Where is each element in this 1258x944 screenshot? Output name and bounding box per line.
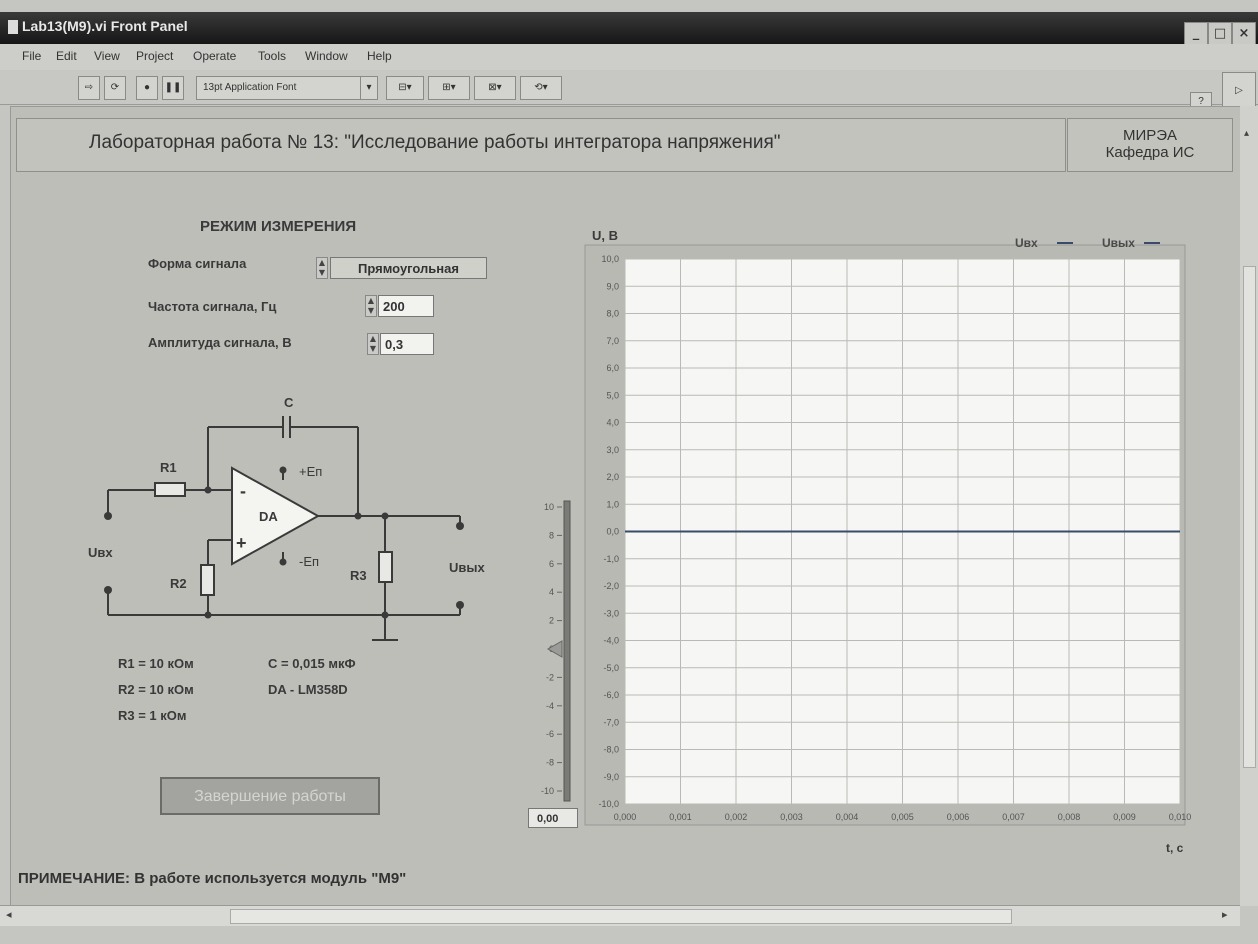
y-tick-label: -5,0	[603, 663, 619, 673]
supply-plus-label: +Eп	[299, 464, 322, 479]
waveform-chart: 10,0 9,0 8,0 7,0 6,0 5,0 4,0 3,0 2,0 1,0 0,0 -1,0 -2…	[584, 228, 1192, 855]
supply-minus-label: -Eп	[299, 554, 319, 569]
r1-value: R1 = 10 кОм	[118, 656, 194, 671]
vertical-scroll-thumb[interactable]	[1243, 266, 1256, 768]
y-tick-label: 4,0	[606, 418, 619, 428]
opamp-model: DA - LM358D	[268, 682, 348, 697]
r2-value: R2 = 10 кОм	[118, 682, 194, 697]
x-tick-label: 0,003	[780, 812, 803, 822]
y-tick-label: 0,0	[606, 527, 619, 537]
y-tick-label: -8,0	[603, 745, 619, 755]
x-tick-label: 0,006	[947, 812, 970, 822]
x-tick-label: 0,001	[669, 812, 692, 822]
x-tick-label: 0,000	[614, 812, 637, 822]
y-tick-label: -6,0	[603, 690, 619, 700]
y-tick-label: -9,0	[603, 772, 619, 782]
x-tick-label: 0,010	[1169, 812, 1192, 822]
r3-value: R3 = 1 кОм	[118, 708, 187, 723]
y-tick-label: -4,0	[603, 636, 619, 646]
x-tick-label: 0,005	[891, 812, 914, 822]
x-tick-label: 0,002	[725, 812, 748, 822]
y-axis-label: U, В	[592, 228, 618, 243]
r1-label: R1	[160, 460, 177, 475]
y-tick-label: -7,0	[603, 717, 619, 727]
r2-label: R2	[170, 576, 187, 591]
y-tick-label: 7,0	[606, 336, 619, 346]
x-axis-label: t, с	[1166, 841, 1184, 855]
x-tick-label: 0,004	[836, 812, 859, 822]
labview-window: Lab13(M9).vi Front Panel _ □ × File Edit…	[0, 0, 1258, 944]
y-tick-label: 6,0	[606, 363, 619, 373]
vertical-scrollbar[interactable]: ▴	[1240, 106, 1258, 906]
y-tick-label: -10,0	[598, 799, 619, 809]
opamp-label: DA	[259, 509, 278, 524]
opamp-minus: -	[240, 481, 246, 501]
x-tick-label: 0,009	[1113, 812, 1136, 822]
legend-label: Uвх	[1015, 236, 1038, 250]
y-tick-label: -2,0	[603, 581, 619, 591]
y-tick-label: 2,0	[606, 472, 619, 482]
y-tick-label: -1,0	[603, 554, 619, 564]
horizontal-scroll-thumb[interactable]	[230, 909, 1012, 924]
y-tick-label: -3,0	[603, 608, 619, 618]
y-tick-label: 3,0	[606, 445, 619, 455]
output-voltage-label: Uвых	[449, 560, 485, 575]
scroll-up-icon[interactable]: ▴	[1244, 128, 1249, 139]
y-tick-label: 9,0	[606, 281, 619, 291]
x-tick-label: 0,008	[1058, 812, 1081, 822]
y-tick-label: 10,0	[601, 254, 619, 264]
y-tick-label: 8,0	[606, 309, 619, 319]
finish-work-button[interactable]: Завершение работы	[160, 777, 380, 815]
legend-label: Uвых	[1102, 236, 1135, 250]
horizontal-scrollbar[interactable]: ◂ ▸	[0, 905, 1240, 926]
r3-label: R3	[350, 568, 367, 583]
opamp-plus: +	[236, 533, 247, 553]
scroll-left-icon[interactable]: ◂	[6, 908, 12, 921]
y-tick-label: 5,0	[606, 390, 619, 400]
note-text: ПРИМЕЧАНИЕ: В работе используется модуль…	[18, 870, 407, 887]
capacitor-label: C	[284, 395, 294, 410]
x-tick-label: 0,007	[1002, 812, 1025, 822]
input-voltage-label: Uвх	[88, 545, 113, 560]
scroll-right-icon[interactable]: ▸	[1222, 908, 1228, 921]
y-tick-label: 1,0	[606, 499, 619, 509]
capacitor-value: C = 0,015 мкФ	[268, 656, 356, 671]
